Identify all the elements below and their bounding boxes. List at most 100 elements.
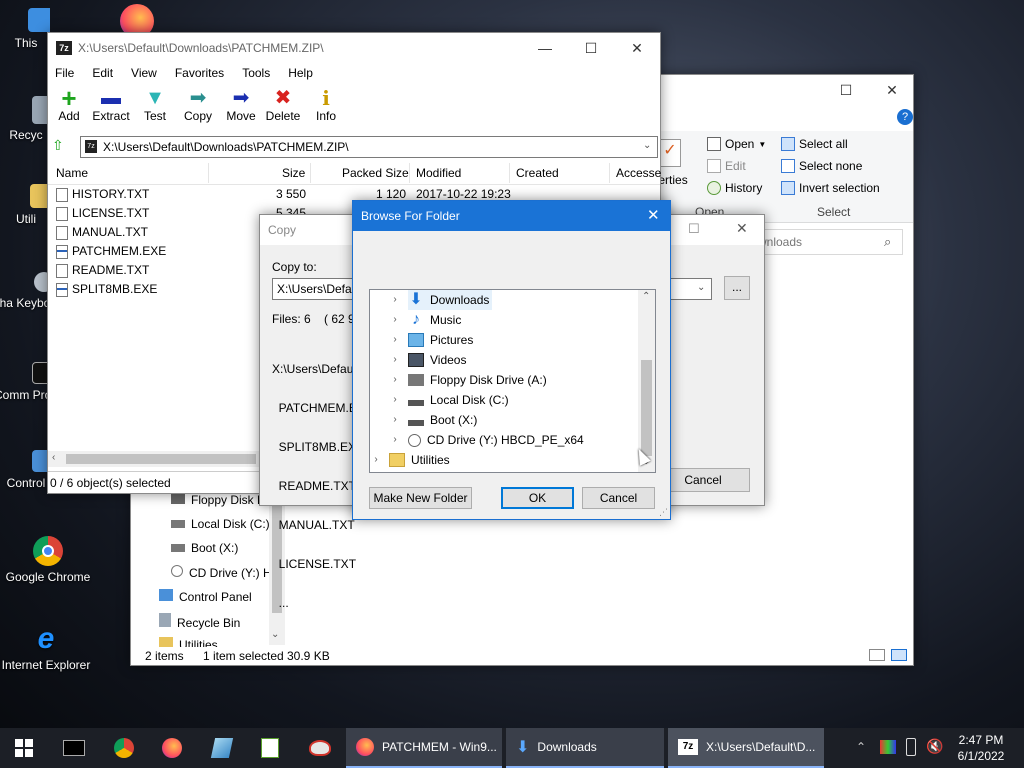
tree-scrollbar-thumb[interactable] bbox=[641, 360, 652, 456]
close-icon[interactable]: ✕ bbox=[869, 75, 915, 105]
nav-item-control-panel[interactable]: Control Panel bbox=[159, 589, 252, 604]
chevron-right-icon[interactable]: › bbox=[388, 310, 402, 330]
address-bar[interactable]: 7z X:\Users\Default\Downloads\PATCHMEM.Z… bbox=[80, 136, 658, 158]
select-all-label: Select all bbox=[799, 137, 848, 151]
tree-item-music[interactable]: › ♪ Music bbox=[388, 310, 461, 330]
chevron-up-icon[interactable]: ⌃ bbox=[856, 740, 866, 754]
column-created[interactable]: Created bbox=[516, 166, 559, 180]
chevron-up-icon[interactable]: ⌃ bbox=[642, 291, 650, 302]
column-accessed[interactable]: Accesse bbox=[616, 166, 661, 180]
extract-button[interactable]: ▬ Extract bbox=[86, 87, 136, 123]
taskbar-cmd[interactable] bbox=[50, 728, 98, 768]
taskbar-task-downloads[interactable]: ⬇ Downloads bbox=[506, 728, 664, 768]
taskbar-app-4[interactable] bbox=[198, 728, 246, 768]
menu-edit[interactable]: Edit bbox=[92, 66, 113, 80]
chevron-down-icon[interactable]: ⌄ bbox=[643, 140, 651, 151]
nav-item-cd-drive[interactable]: CD Drive (Y:) H bbox=[171, 565, 272, 580]
info-button[interactable]: i Info bbox=[301, 87, 351, 123]
browse-dialog-titlebar: Browse For Folder ✕ bbox=[353, 201, 670, 231]
taskbar-app-6[interactable] bbox=[296, 728, 344, 768]
history-button[interactable]: History bbox=[707, 181, 762, 195]
column-size[interactable]: Size bbox=[282, 166, 305, 180]
tree-item-floppy[interactable]: › Floppy Disk Drive (A:) bbox=[388, 370, 546, 390]
nav-item-utilities[interactable]: Utilities bbox=[159, 637, 218, 647]
column-name[interactable]: Name bbox=[56, 166, 88, 180]
chevron-down-icon[interactable]: ⌄ bbox=[697, 282, 705, 293]
taskbar-app-5[interactable] bbox=[246, 728, 294, 768]
select-none-button[interactable]: Select none bbox=[781, 159, 862, 173]
select-all-button[interactable]: Select all bbox=[781, 137, 848, 151]
scrollbar-thumb[interactable] bbox=[66, 454, 256, 464]
chevron-right-icon[interactable]: › bbox=[388, 330, 402, 350]
desktop-icon-keyboard[interactable]: Cha Keyboar bbox=[0, 272, 50, 310]
large-icons-view-icon[interactable] bbox=[891, 649, 907, 661]
chevron-right-icon[interactable]: › bbox=[388, 290, 402, 310]
desktop-icon-utilities[interactable]: Utili bbox=[0, 184, 50, 226]
nav-item-boot[interactable]: Boot (X:) bbox=[171, 541, 238, 555]
column-packed-size[interactable]: Packed Size bbox=[342, 166, 409, 180]
chevron-right-icon[interactable]: › bbox=[388, 350, 402, 370]
menu-file[interactable]: File bbox=[55, 66, 74, 80]
invert-selection-button[interactable]: Invert selection bbox=[781, 181, 880, 195]
maximize-icon[interactable]: ☐ bbox=[568, 33, 614, 63]
taskbar-chrome[interactable] bbox=[100, 728, 148, 768]
close-icon[interactable]: ✕ bbox=[614, 33, 660, 63]
clock[interactable]: 2:47 PM 6/1/2022 bbox=[956, 732, 1006, 764]
tree-item-downloads[interactable]: › ⬇ Downloads bbox=[388, 290, 493, 310]
ok-button[interactable]: OK bbox=[501, 487, 574, 509]
desktop-icon-this-pc[interactable]: This bbox=[0, 8, 50, 50]
browse-button[interactable]: ... bbox=[724, 276, 750, 300]
menu-view[interactable]: View bbox=[131, 66, 157, 80]
nav-item-local-disk[interactable]: Local Disk (C:) bbox=[171, 517, 270, 531]
tree-scrollbar[interactable]: ⌃ ⌄ bbox=[638, 290, 655, 472]
edit-button[interactable]: Edit bbox=[707, 159, 746, 173]
file-name: LICENSE.TXT bbox=[72, 206, 150, 220]
chevron-right-icon[interactable]: › bbox=[388, 370, 402, 390]
search-box[interactable]: wnloads ⌕ bbox=[751, 229, 903, 255]
nav-item-floppy[interactable]: Floppy Disk D bbox=[171, 493, 266, 507]
tree-item-utilities[interactable]: › Utilities bbox=[370, 450, 450, 470]
close-icon[interactable]: ✕ bbox=[647, 206, 660, 224]
taskbar-task-firefox[interactable]: PATCHMEM - Win9... bbox=[346, 728, 502, 768]
tree-item-boot[interactable]: › Boot (X:) bbox=[388, 410, 477, 430]
navigation-pane: Floppy Disk D Local Disk (C:) Boot (X:) … bbox=[131, 481, 287, 651]
tree-item-local-disk[interactable]: › Local Disk (C:) bbox=[388, 390, 508, 410]
chevron-left-icon[interactable]: ‹ bbox=[52, 452, 55, 463]
display-icon[interactable] bbox=[880, 740, 896, 754]
desktop-icon-chrome[interactable]: Google Chrome bbox=[0, 536, 96, 584]
desktop-icon-control-panel[interactable]: Control bbox=[0, 450, 50, 490]
maximize-icon[interactable]: ☐ bbox=[688, 221, 700, 237]
volume-muted-icon[interactable]: 🔇 bbox=[926, 738, 943, 755]
taskbar-firefox[interactable] bbox=[148, 728, 196, 768]
nav-item-recycle-bin[interactable]: Recycle Bin bbox=[159, 613, 240, 630]
tree-item-cd-drive[interactable]: › CD Drive (Y:) HBCD_PE_x64 bbox=[388, 430, 583, 450]
column-modified[interactable]: Modified bbox=[416, 166, 461, 180]
close-icon[interactable]: ✕ bbox=[736, 220, 748, 237]
desktop-icon-internet-explorer[interactable]: e Internet Explorer bbox=[0, 624, 94, 673]
browse-cancel-button[interactable]: Cancel bbox=[582, 487, 655, 509]
menu-help[interactable]: Help bbox=[288, 66, 313, 80]
menu-tools[interactable]: Tools bbox=[242, 66, 270, 80]
tree-item-videos[interactable]: › Videos bbox=[388, 350, 466, 370]
desktop-icon-command-prompt[interactable]: Comm Pron bbox=[0, 362, 50, 402]
open-button[interactable]: Open ▼ bbox=[707, 137, 766, 151]
chevron-right-icon[interactable]: › bbox=[370, 450, 383, 470]
desktop-icon-recycle[interactable]: Recyc bbox=[0, 96, 50, 142]
taskbar-task-sevenzip[interactable]: 7z X:\Users\Default\D... bbox=[668, 728, 824, 768]
resize-grip-icon[interactable]: ⋰ bbox=[659, 507, 668, 518]
usb-icon[interactable] bbox=[906, 738, 916, 756]
tree-item-pictures[interactable]: › Pictures bbox=[388, 330, 473, 350]
help-icon[interactable]: ? bbox=[897, 109, 913, 125]
details-view-icon[interactable] bbox=[869, 649, 885, 661]
chevron-right-icon[interactable]: › bbox=[388, 430, 402, 450]
chevron-right-icon[interactable]: › bbox=[388, 410, 402, 430]
info-icon: i bbox=[322, 86, 330, 110]
minimize-icon[interactable]: — bbox=[522, 33, 568, 63]
start-button[interactable] bbox=[0, 728, 48, 768]
horizontal-scrollbar[interactable]: ‹ bbox=[48, 451, 260, 467]
chevron-right-icon[interactable]: › bbox=[388, 390, 402, 410]
up-folder-icon[interactable]: ⇧ bbox=[52, 137, 64, 154]
maximize-icon[interactable]: ☐ bbox=[823, 75, 869, 105]
make-new-folder-button[interactable]: Make New Folder bbox=[369, 487, 472, 509]
menu-favorites[interactable]: Favorites bbox=[175, 66, 224, 80]
